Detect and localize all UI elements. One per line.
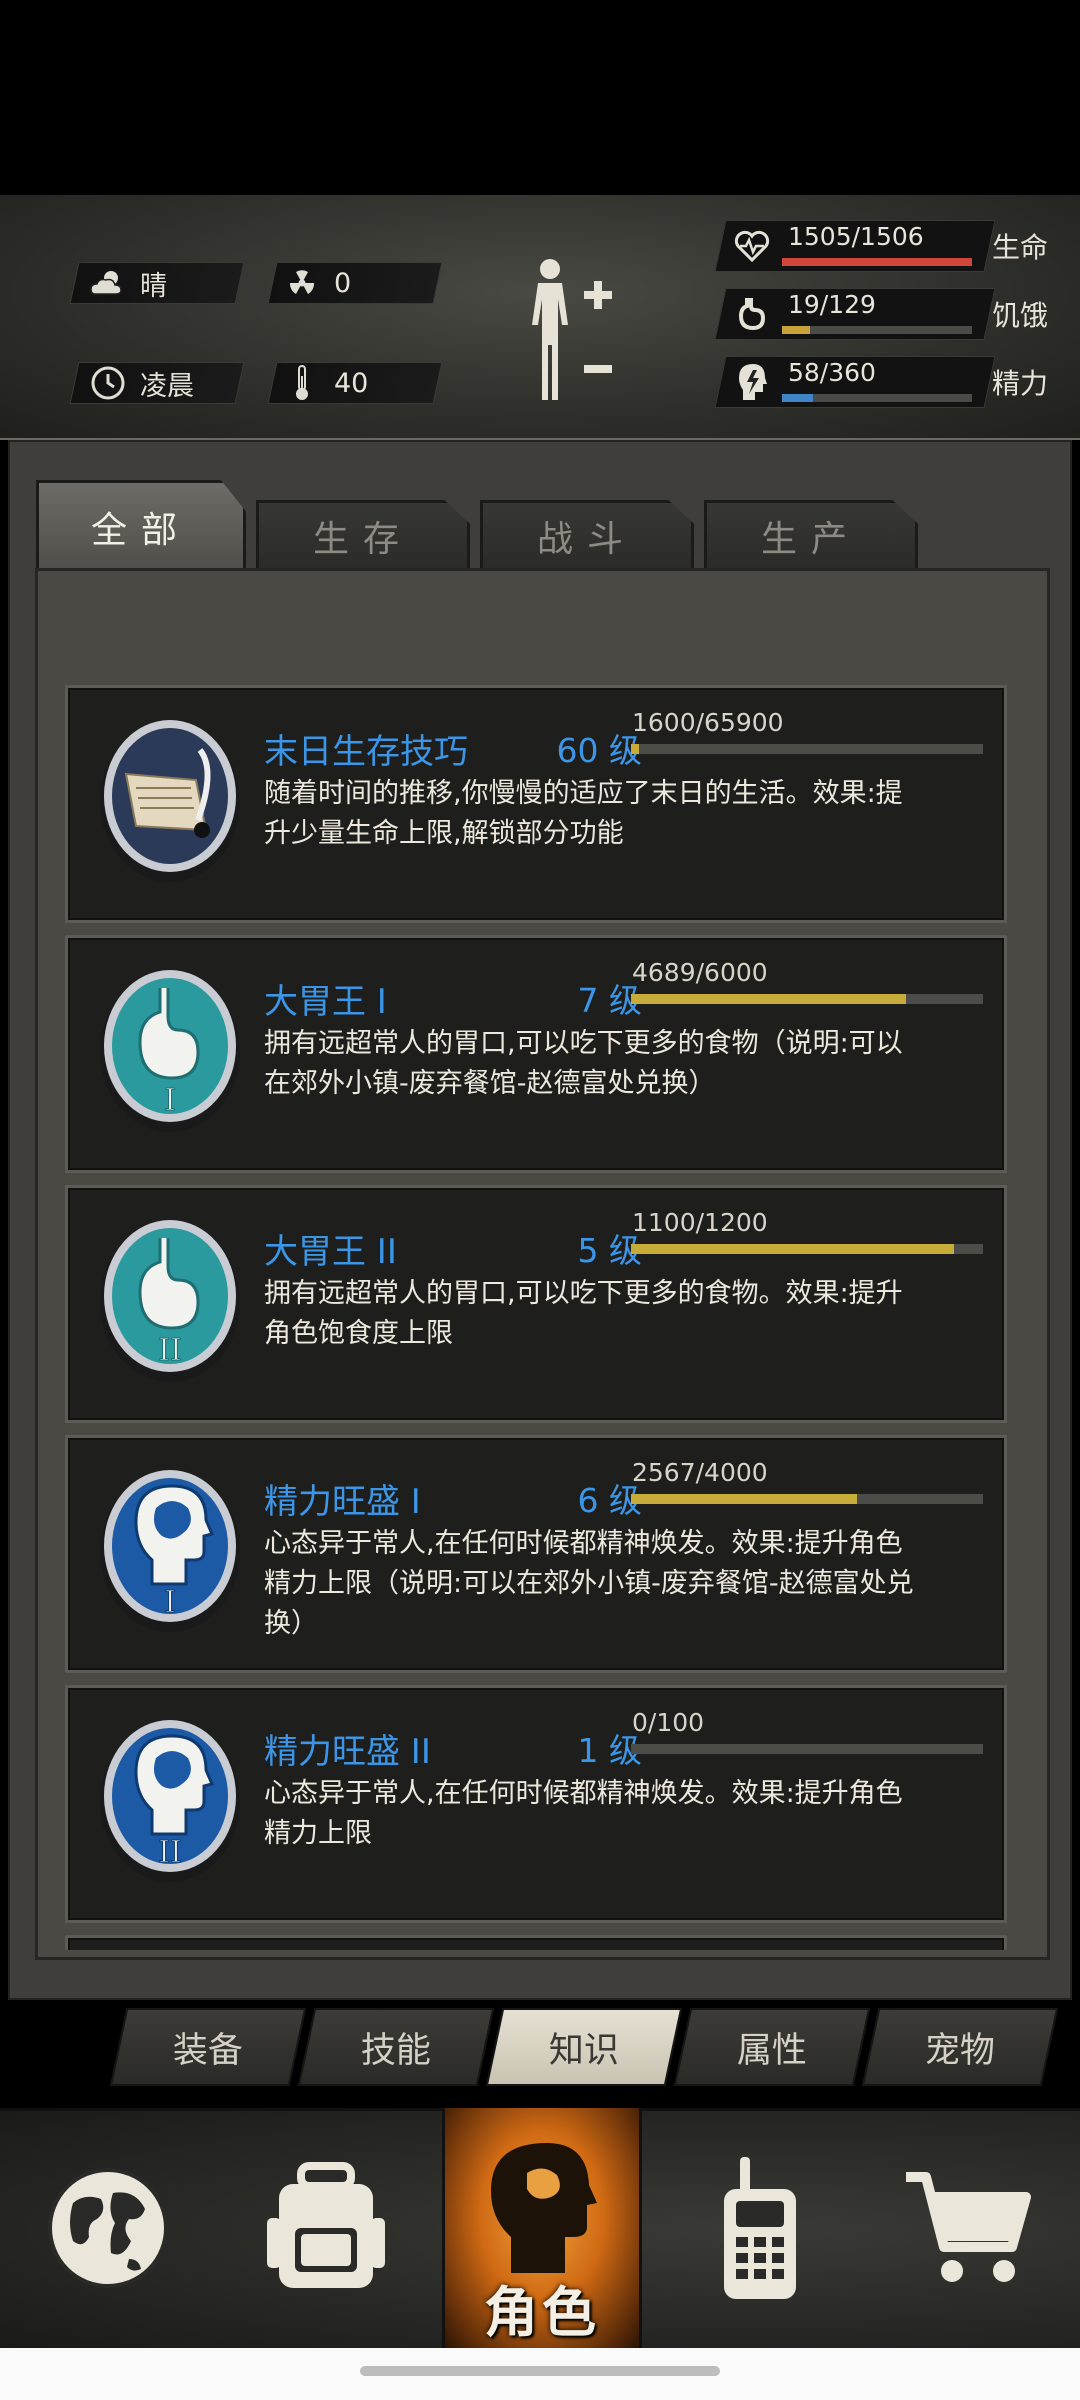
heart-pulse-icon (732, 226, 772, 266)
skill-progress-bar (631, 1494, 983, 1504)
thermometer-icon (280, 362, 324, 404)
energy-bar-fill (782, 394, 813, 402)
skill-progress-fill (631, 1494, 857, 1504)
skill-progress-fill (631, 994, 906, 1004)
subtab-knowledge[interactable]: 知识 (485, 2008, 683, 2086)
nav-map-button[interactable] (0, 2108, 215, 2348)
subtab-skills[interactable]: 技能 (297, 2008, 495, 2086)
subtab-pets[interactable]: 宠物 (861, 2008, 1059, 2086)
skill-name: 精力旺盛 I (264, 1482, 421, 1522)
skill-progress-text: 1100/1200 (632, 1208, 768, 1237)
subtab-attributes[interactable]: 属性 (673, 2008, 871, 2086)
skill-progress-fill (631, 1244, 954, 1254)
skill-progress-fill (631, 744, 640, 754)
human-figure-icon (532, 259, 612, 400)
radiation-icon (280, 262, 324, 304)
skill-card-partial[interactable] (65, 1935, 1007, 1950)
skill-description: 拥有远超常人的胃口,可以吃下更多的食物。效果:提升角色饱食度上限 (264, 1278, 903, 1349)
nav-character-label: 角色 (484, 2281, 600, 2344)
stomach-1-icon: I (96, 960, 244, 1132)
skill-card-big-eater-1[interactable]: I 大胃王 I 7 级 4689/6000 拥有远超常人的胃口,可以吃下更多的食… (65, 935, 1007, 1173)
energy-label: 精力 (992, 367, 1049, 400)
health-label: 生命 (992, 231, 1049, 264)
health-bar-fill (782, 258, 972, 266)
radiation-value: 0 (334, 267, 352, 299)
time-indicator: 凌晨 (86, 362, 194, 404)
hunger-stat: 19/129 饥饿 (714, 288, 1070, 342)
radiation-indicator: 0 (280, 262, 351, 304)
home-indicator[interactable] (360, 2366, 720, 2376)
skill-level: 60 级 (556, 731, 642, 770)
skill-name: 末日生存技巧 (264, 732, 468, 772)
skill-level: 7 级 (577, 981, 643, 1020)
skill-progress-text: 4689/6000 (632, 958, 768, 987)
health-value: 1505/1506 (788, 222, 924, 251)
scroll-quill-icon (96, 710, 244, 882)
svg-text:II: II (158, 1835, 182, 1870)
hunger-label: 饥饿 (992, 299, 1049, 332)
tab-production[interactable]: 生产 (704, 500, 918, 568)
backpack-icon (266, 2162, 385, 2288)
clock-icon (86, 362, 130, 404)
time-value: 凌晨 (140, 370, 194, 402)
energy-value: 58/360 (788, 358, 876, 387)
globe-icon (47, 2168, 168, 2288)
skill-progress-bar (631, 744, 983, 754)
nav-backpack-button[interactable] (218, 2108, 433, 2348)
cloud-sun-icon (86, 262, 130, 304)
energy-head-icon (732, 362, 772, 402)
brain-head-2-icon: II (96, 1710, 244, 1882)
skill-description: 心态异于常人,在任何时候都精神焕发。效果:提升角色精力上限 (264, 1778, 903, 1849)
tab-all[interactable]: 全部 (36, 480, 246, 570)
hunger-value: 19/129 (788, 290, 876, 319)
skill-card-energetic-1[interactable]: I 精力旺盛 I 6 级 2567/4000 心态异于常人,在任何时候都精神焕发… (65, 1435, 1007, 1673)
skill-progress-text: 0/100 (632, 1708, 705, 1737)
subtab-equipment[interactable]: 装备 (109, 2008, 307, 2086)
skill-name: 大胃王 I (264, 982, 387, 1022)
weather-value: 晴 (140, 270, 167, 302)
skill-name: 精力旺盛 II (264, 1732, 431, 1772)
skill-level: 1 级 (577, 1731, 643, 1770)
skill-list[interactable]: 末日生存技巧 60 级 1600/65900 随着时间的推移,你慢慢的适应了末日… (65, 685, 1007, 1950)
skill-progress-text: 2567/4000 (632, 1458, 768, 1487)
body-status-button[interactable] (520, 255, 630, 405)
brain-head-1-icon: I (96, 1460, 244, 1632)
skill-card-doomsday-survival[interactable]: 末日生存技巧 60 级 1600/65900 随着时间的推移,你慢慢的适应了末日… (65, 685, 1007, 923)
tab-combat[interactable]: 战斗 (480, 500, 694, 568)
weather-indicator: 晴 (86, 262, 167, 304)
skill-card-energetic-2[interactable]: II 精力旺盛 II 1 级 0/100 心态异于常人,在任何时候都精神焕发。效… (65, 1685, 1007, 1923)
skill-description: 随着时间的推移,你慢慢的适应了末日的生活。效果:提升少量生命上限,解锁部分功能 (264, 778, 903, 849)
skill-progress-text: 1600/65900 (632, 708, 784, 737)
svg-text:II: II (158, 1333, 182, 1368)
stomach-icon (732, 294, 772, 334)
character-icon (491, 2143, 597, 2273)
skill-progress-bar (631, 1744, 983, 1754)
skill-description: 心态异于常人,在任何时候都精神焕发。效果:提升角色精力上限（说明:可以在郊外小镇… (264, 1528, 914, 1639)
health-stat: 1505/1506 生命 (714, 220, 1070, 274)
skill-description: 拥有远超常人的胃口,可以吃下更多的食物（说明:可以在郊外小镇-废弃餐馆-赵德富处… (264, 1028, 903, 1099)
skill-level: 6 级 (577, 1481, 643, 1520)
skill-progress-bar (631, 994, 983, 1004)
skill-card-big-eater-2[interactable]: II 大胃王 II 5 级 1100/1200 拥有远超常人的胃口,可以吃下更多… (65, 1185, 1007, 1423)
tab-survival[interactable]: 生存 (256, 500, 470, 568)
temperature-indicator: 40 (280, 362, 368, 404)
nav-radio-button[interactable] (652, 2108, 867, 2348)
skill-name: 大胃王 II (264, 1232, 397, 1272)
hunger-bar-fill (782, 326, 810, 334)
temperature-value: 40 (334, 367, 369, 399)
svg-text:I: I (164, 1585, 176, 1620)
shopping-cart-icon (905, 2172, 1031, 2282)
svg-text:I: I (164, 1083, 176, 1118)
nav-shop-button[interactable] (862, 2108, 1077, 2348)
stomach-2-icon: II (96, 1210, 244, 1382)
energy-stat: 58/360 精力 (714, 356, 1070, 410)
walkie-talkie-icon (723, 2157, 796, 2299)
skill-level: 5 级 (577, 1231, 643, 1270)
skill-progress-bar (631, 1244, 983, 1254)
